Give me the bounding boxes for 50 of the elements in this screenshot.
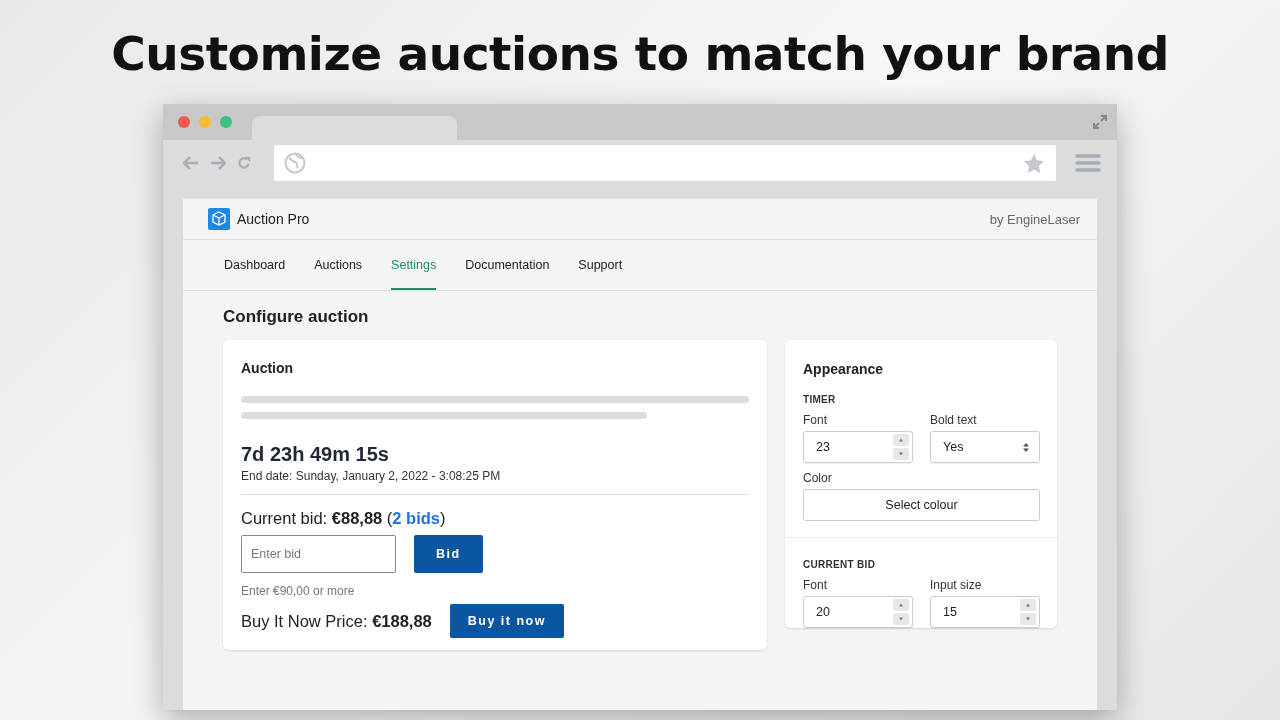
field-label: Font xyxy=(803,413,828,427)
step-down-icon[interactable] xyxy=(893,448,909,460)
nav-tab[interactable]: Settings xyxy=(391,240,437,290)
updown-caret-icon xyxy=(1022,441,1030,453)
field-label: Font xyxy=(803,578,828,592)
countdown-timer: 7d 23h 49m 15s xyxy=(241,443,390,466)
bid-input-field[interactable]: Enter bid xyxy=(241,535,396,573)
buy-now-button[interactable]: Buy it now xyxy=(449,604,564,638)
step-up-icon[interactable] xyxy=(1020,599,1036,611)
step-down-icon[interactable] xyxy=(1020,613,1036,625)
section-heading: CURRENT BID xyxy=(803,559,877,570)
card-title: Appearance xyxy=(803,361,885,377)
nav-tab[interactable]: Dashboard xyxy=(224,240,286,290)
maximize-icon[interactable] xyxy=(220,116,232,128)
end-date: End date: Sunday, January 2, 2022 - 3:08:25 PM xyxy=(241,469,502,483)
step-down-icon[interactable] xyxy=(893,613,909,625)
card-title: Auction xyxy=(241,360,295,376)
nav-tab[interactable]: Auctions xyxy=(314,240,363,290)
bids-link[interactable]: 2 bids xyxy=(392,509,441,527)
back-icon[interactable] xyxy=(183,156,199,170)
address-bar[interactable] xyxy=(274,145,1056,181)
field-label: Bold text xyxy=(930,413,978,427)
number-input-field[interactable]: 15 xyxy=(930,596,1040,628)
forward-icon[interactable] xyxy=(210,156,226,170)
nav-tab[interactable]: Documentation xyxy=(465,240,550,290)
star-icon[interactable] xyxy=(1024,153,1044,173)
vendor-name: by EngineLaser xyxy=(989,211,1080,227)
step-up-icon[interactable] xyxy=(893,599,909,611)
field-label: Input size xyxy=(930,578,983,592)
reload-icon[interactable] xyxy=(237,156,251,170)
app-name: Auction Pro xyxy=(237,211,310,227)
field-label: Color xyxy=(803,471,833,485)
select-field[interactable]: Yes xyxy=(930,431,1040,463)
nav-tab[interactable]: Support xyxy=(578,240,623,290)
step-up-icon[interactable] xyxy=(893,434,909,446)
buy-now-price: Buy It Now Price: €188,88 xyxy=(241,611,432,631)
bid-hint: Enter €90,00 or more xyxy=(241,584,356,598)
number-input-field[interactable]: 20 xyxy=(803,596,913,628)
bid-button[interactable]: Bid xyxy=(414,535,483,573)
expand-icon[interactable] xyxy=(1093,115,1107,129)
select-colour-button[interactable]: Select colour xyxy=(803,489,1040,521)
headline: Customize auctions to match your brand xyxy=(111,25,1169,83)
page-title: Configure auction xyxy=(223,307,370,327)
current-bid-text: Current bid: €88,88 (2 bids) xyxy=(241,509,447,528)
menu-icon[interactable] xyxy=(1075,153,1101,173)
close-icon[interactable] xyxy=(178,116,190,128)
minimize-icon[interactable] xyxy=(199,116,211,128)
number-input-field[interactable]: 23 xyxy=(803,431,913,463)
cube-logo-icon xyxy=(208,208,230,230)
section-heading: TIMER xyxy=(803,394,837,405)
